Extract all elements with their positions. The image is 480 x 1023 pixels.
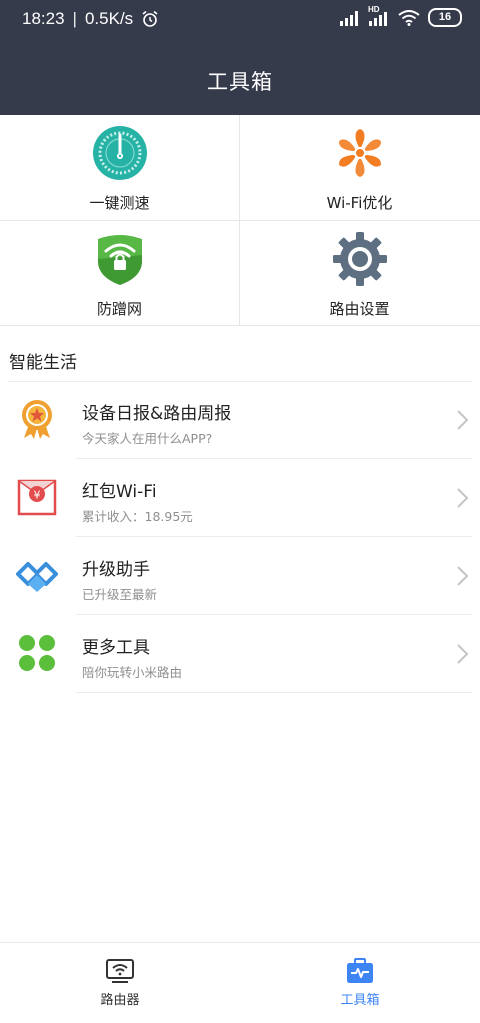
tool-anti-freeload[interactable]: 防蹭网 xyxy=(0,221,239,326)
list-item-more-tools[interactable]: 更多工具 陪你玩转小米路由 xyxy=(0,615,480,693)
list-item-upgrade-assistant[interactable]: 升级助手 已升级至最新 xyxy=(0,537,480,615)
upgrade-icon xyxy=(16,562,58,592)
award-badge-icon xyxy=(22,400,52,439)
tab-toolbox[interactable]: 工具箱 xyxy=(240,943,480,1014)
tool-label: Wi-Fi优化 xyxy=(326,194,393,212)
router-icon xyxy=(106,959,134,983)
fan-icon xyxy=(338,129,381,177)
top-header: 18:23 | 0.5K/s HD 16 工具箱 xyxy=(0,0,480,115)
chevron-right-icon xyxy=(457,488,469,508)
tool-grid: 一键测速 Wi-Fi优化 防蹭网 路由设置 xyxy=(0,115,480,326)
wifi-status-icon xyxy=(398,9,420,26)
smart-life-list: 设备日报&路由周报 今天家人在用什么APP? ¥ 红包Wi-Fi 累计收入：18… xyxy=(0,381,480,693)
hd-signal-icon: HD xyxy=(368,5,390,27)
tool-router-settings[interactable]: 路由设置 xyxy=(240,221,479,326)
list-item-red-envelope-wifi[interactable]: ¥ 红包Wi-Fi 累计收入：18.95元 xyxy=(0,459,480,537)
alarm-icon xyxy=(142,10,158,27)
speedometer-icon xyxy=(92,126,147,180)
chevron-right-icon xyxy=(457,566,469,586)
red-envelope-icon: ¥ xyxy=(17,479,57,516)
wifi-shield-icon xyxy=(97,235,142,285)
status-speed: 0.5K/s xyxy=(84,9,134,28)
list-item-title: 红包Wi-Fi xyxy=(82,482,157,502)
list-item-title: 更多工具 xyxy=(82,638,150,658)
signal-icon xyxy=(340,10,358,26)
tab-router[interactable]: 路由器 xyxy=(0,943,240,1014)
section-title: 智能生活 xyxy=(9,353,77,373)
tool-label: 一键测速 xyxy=(89,194,150,212)
status-bar: 18:23 | 0.5K/s HD 16 xyxy=(0,0,480,36)
toolbox-icon xyxy=(347,958,373,983)
tool-label: 路由设置 xyxy=(329,300,390,318)
list-divider xyxy=(76,692,472,693)
bottom-tab-bar: 路由器 工具箱 xyxy=(0,942,480,1014)
tool-speed-test[interactable]: 一键测速 xyxy=(0,115,239,220)
tab-label: 路由器 xyxy=(100,993,140,1008)
status-time: 18:23 xyxy=(22,9,65,28)
status-separator: | xyxy=(72,9,77,28)
tool-label: 防蹭网 xyxy=(96,300,142,318)
list-item-subtitle: 今天家人在用什么APP? xyxy=(82,431,213,446)
list-item-device-report[interactable]: 设备日报&路由周报 今天家人在用什么APP? xyxy=(0,381,480,459)
yen-glyph: ¥ xyxy=(34,489,41,502)
chevron-right-icon xyxy=(457,410,469,430)
gear-icon xyxy=(332,232,387,286)
battery-indicator: 16 xyxy=(428,8,462,27)
page-title: 工具箱 xyxy=(207,70,273,94)
list-item-title: 升级助手 xyxy=(82,560,150,580)
chevron-right-icon xyxy=(457,644,469,664)
four-dots-icon xyxy=(19,635,55,671)
list-item-title: 设备日报&路由周报 xyxy=(82,404,232,424)
tab-label: 工具箱 xyxy=(340,993,380,1008)
list-item-subtitle: 累计收入：18.95元 xyxy=(82,509,193,524)
list-item-subtitle: 陪你玩转小米路由 xyxy=(82,665,183,680)
list-item-subtitle: 已升级至最新 xyxy=(82,587,158,602)
tool-wifi-optimize[interactable]: Wi-Fi优化 xyxy=(240,115,479,220)
